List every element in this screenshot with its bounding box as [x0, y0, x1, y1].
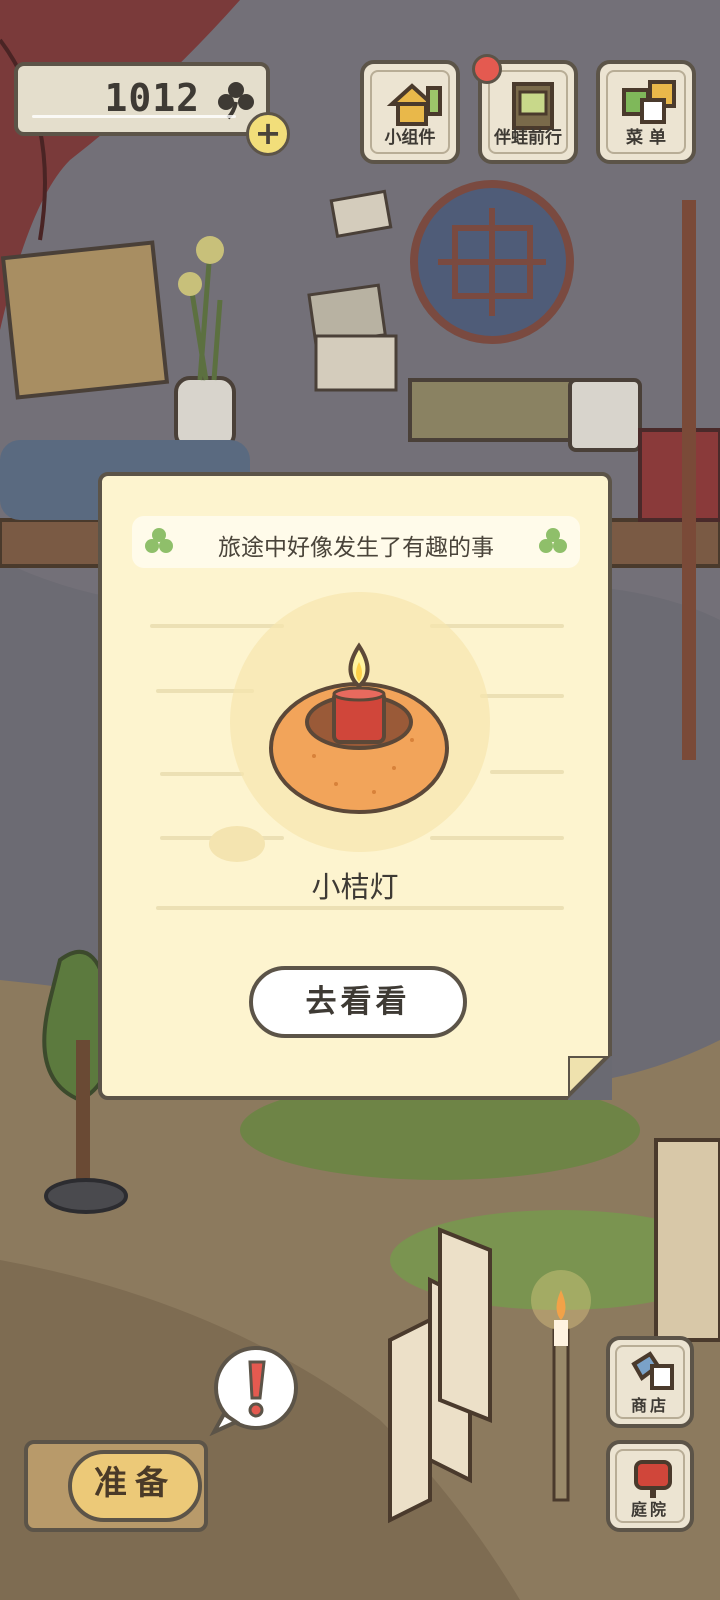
- orange-lantern-icon: [269, 642, 449, 814]
- event-banner: 旅途中好像发生了有趣的事: [132, 516, 580, 568]
- shop-label: 商店: [630, 1396, 669, 1415]
- go-see-button[interactable]: 去看看: [249, 966, 467, 1038]
- travel-event-popup: 旅途中好像发生了有趣的事 小桔灯 去看看: [98, 472, 613, 1101]
- shop-bag-icon: [631, 1351, 674, 1390]
- menu-label: 菜 单: [626, 128, 666, 148]
- yard-button[interactable]: 庭院: [606, 1440, 694, 1532]
- game-screen: 1012 + 小组件 伴蛙前行 菜 单 旅途中好像发生了有趣的事 小桔灯 去看看…: [0, 0, 720, 1600]
- event-banner-text: 旅途中好像发生了有趣的事: [218, 535, 494, 561]
- prepare-label: 准备: [94, 1463, 176, 1502]
- widgets-button[interactable]: 小组件: [360, 60, 460, 164]
- notification-dot: [472, 54, 502, 84]
- item-name: 小桔灯: [311, 870, 399, 904]
- clover-counter: 1012: [14, 62, 270, 136]
- travel-with-frog-label: 伴蛙前行: [494, 128, 562, 148]
- widgets-label: 小组件: [384, 128, 436, 148]
- shop-button[interactable]: 商店: [606, 1336, 694, 1428]
- counter-underline: [32, 115, 236, 118]
- prepare-button[interactable]: 准备: [24, 1440, 208, 1532]
- exclamation-icon[interactable]: [206, 1344, 298, 1436]
- page-fold: [566, 1054, 613, 1101]
- menu-button[interactable]: 菜 单: [596, 60, 696, 164]
- yard-label: 庭院: [630, 1500, 669, 1519]
- clover-icon: [538, 527, 568, 561]
- add-clover-button[interactable]: +: [246, 112, 290, 156]
- clover-count: 1012: [104, 76, 200, 120]
- mailbox-icon: [634, 1460, 672, 1498]
